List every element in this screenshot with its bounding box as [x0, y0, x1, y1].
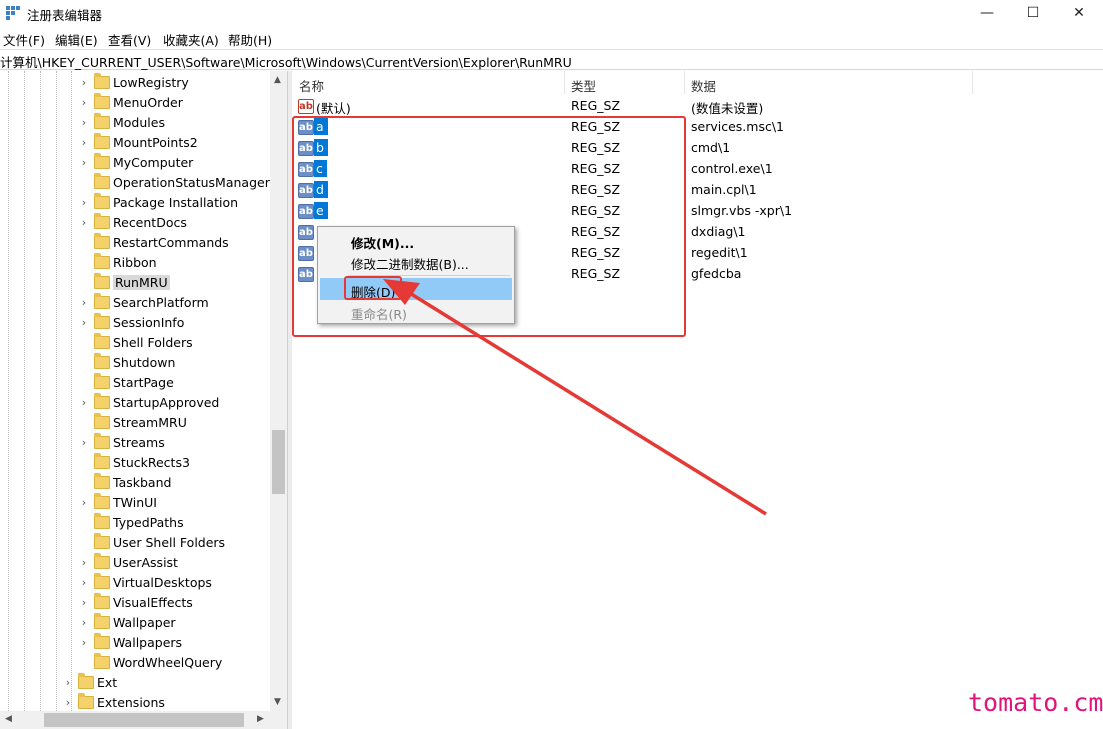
registry-editor-window: 注册表编辑器 — ☐ ✕ 文件(F) 编辑(E) 查看(V) 收藏夹(A) 帮助… [0, 0, 1103, 729]
annotation-arrow-icon [383, 279, 767, 516]
watermark-text: tomato.cm [968, 688, 1103, 717]
arrow-head [383, 279, 420, 305]
arrow-shaft [407, 290, 767, 516]
